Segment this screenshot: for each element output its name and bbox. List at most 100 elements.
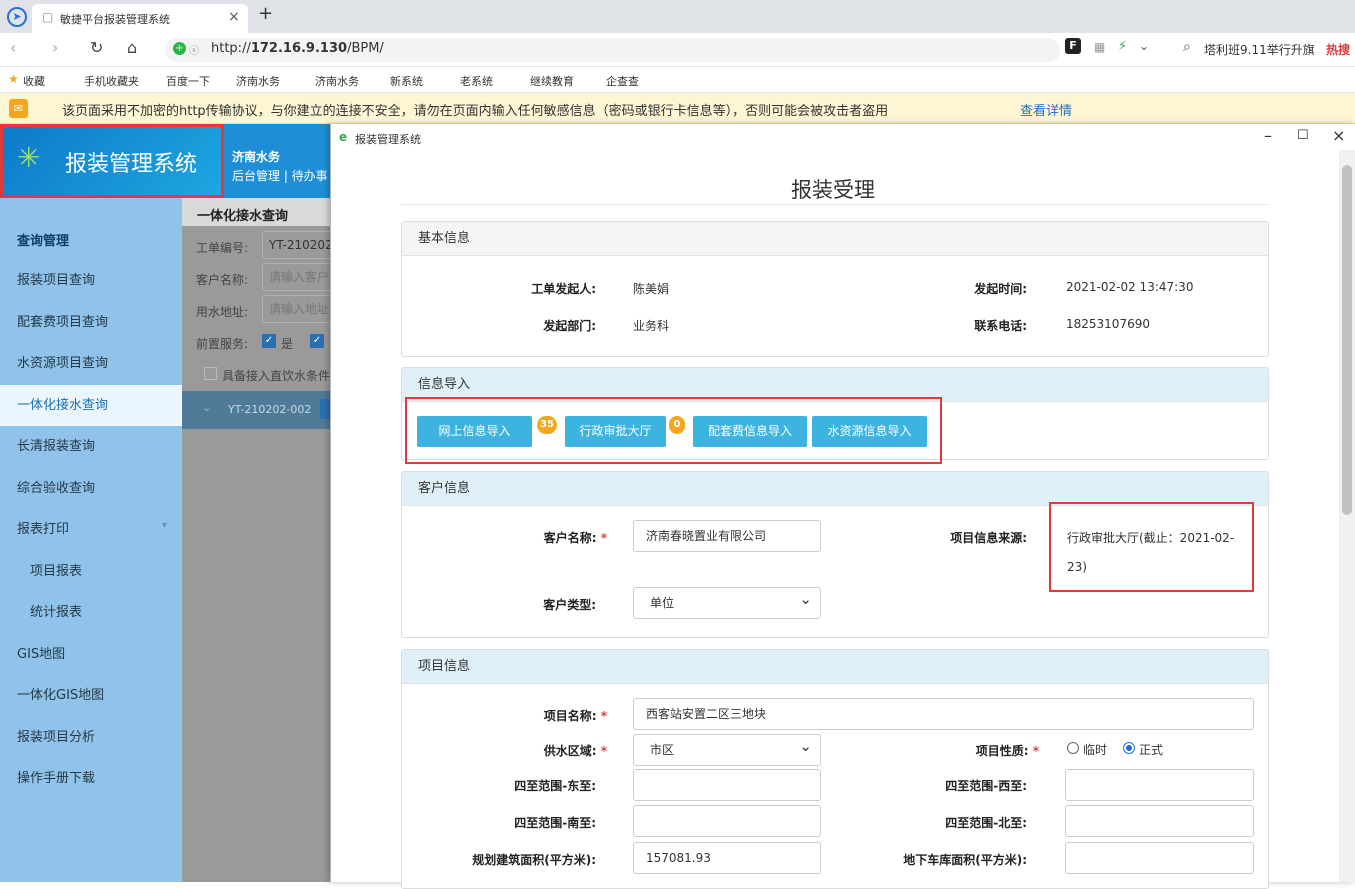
basic-info-title: 基本信息	[402, 222, 1268, 256]
customer-title: 客户信息	[402, 472, 1268, 506]
qr-icon[interactable]: ▦	[1094, 40, 1105, 54]
south-bound-input[interactable]	[633, 805, 821, 837]
bookmark-old-system[interactable]: 老系统	[460, 73, 493, 89]
time-value: 2021-02-02 13:47:30	[1066, 280, 1194, 294]
bookmark-qichacha[interactable]: 企查查	[606, 73, 639, 89]
highlight-import-buttons	[405, 397, 942, 464]
url-host: 172.16.9.130	[250, 41, 348, 56]
address-query-placeholder: 请输入地址	[269, 302, 330, 316]
order-label: 工单编号:	[196, 241, 249, 255]
search-icon[interactable]: ⌕	[1183, 39, 1191, 55]
search-box[interactable]: 塔利班9.11举行升旗	[1204, 41, 1315, 58]
supply-area-select[interactable]: 市区	[633, 731, 821, 766]
customer-type-value: 单位	[650, 596, 675, 610]
sidebar-section-query[interactable]: 查询管理	[0, 221, 182, 262]
bookmark-favorites[interactable]: 收藏	[23, 73, 45, 89]
close-icon[interactable]: ×	[1332, 126, 1345, 145]
sidebar-item-project-query[interactable]: 报装项目查询	[0, 260, 182, 301]
scrollbar-thumb[interactable]	[1342, 165, 1352, 515]
app-logo: ✳ 报装管理系统	[0, 124, 224, 198]
sidebar-item-water-resource-query[interactable]: 水资源项目查询	[0, 343, 182, 384]
forward-icon[interactable]: ›	[52, 38, 58, 57]
sidebar-item-stats-report[interactable]: 统计报表	[0, 592, 182, 633]
address-query-label: 用水地址:	[196, 305, 249, 319]
highlight-project-source	[1049, 502, 1254, 592]
customer-name-input[interactable]: 济南春晓置业有限公司	[633, 520, 821, 552]
query-page: 一体化接水查询 工单编号: YT-210202 客户名称: 请输入客户 用水地址…	[182, 198, 342, 882]
sidebar-item-project-report[interactable]: 项目报表	[0, 551, 182, 592]
supply-area-value: 市区	[650, 743, 675, 757]
garage-area-input[interactable]	[1065, 842, 1254, 874]
lightning-icon[interactable]: ⚡	[1118, 39, 1127, 54]
project-nature-label-text: 项目性质:	[975, 744, 1029, 758]
sidebar-item-acceptance-query[interactable]: 综合验收查询	[0, 468, 182, 509]
header-org: 济南水务	[232, 150, 281, 164]
direct-water-checkbox[interactable]	[204, 367, 217, 380]
browser-nav-icon[interactable]: ➤	[7, 7, 27, 27]
nature-formal-radio[interactable]	[1123, 742, 1135, 754]
bookmark-jinan-water-2[interactable]: 济南水务	[315, 73, 359, 89]
dropdown-chevron-icon[interactable]: ⌄	[1139, 39, 1149, 53]
required-marker: *	[1032, 744, 1039, 758]
bookmark-baidu[interactable]: 百度一下	[166, 73, 210, 89]
url-prefix: http://	[211, 41, 251, 56]
row-order-number: YT-210202-002	[228, 403, 312, 416]
sidebar-item-integrated-gis[interactable]: 一体化GIS地图	[0, 675, 182, 716]
maximize-icon[interactable]: ☐	[1297, 128, 1309, 143]
extension-icon[interactable]: F	[1065, 38, 1081, 54]
back-icon[interactable]: ‹	[10, 38, 16, 57]
bookmark-new-system[interactable]: 新系统	[390, 73, 423, 89]
nature-temp-label: 临时	[1083, 743, 1108, 757]
build-area-input[interactable]: 157081.93	[633, 842, 821, 874]
sidebar-item-analysis[interactable]: 报装项目分析	[0, 717, 182, 758]
modal-title-bar: e 报装管理系统 – ☐ ×	[331, 124, 1355, 152]
customer-query-label: 客户名称:	[196, 273, 249, 287]
bookmark-jinan-water-1[interactable]: 济南水务	[236, 73, 280, 89]
south-bound-label: 四至范围-南至:	[514, 816, 596, 830]
sidebar-item-changqing-query[interactable]: 长清报装查询	[0, 426, 182, 467]
row-chevron-icon: ⌄	[202, 401, 212, 414]
sidebar-item-gis-map[interactable]: GIS地图	[0, 634, 182, 675]
dept-value: 业务科	[633, 319, 670, 333]
east-bound-input[interactable]	[633, 769, 821, 801]
project-title: 项目信息	[402, 650, 1268, 684]
minimize-icon[interactable]: –	[1264, 126, 1272, 145]
customer-type-select[interactable]: 单位	[633, 584, 821, 619]
logo-plant-icon: ✳	[17, 141, 41, 174]
pre-service-yes-checkbox[interactable]: ✓	[262, 334, 276, 348]
browser-tab[interactable]: ▢ 敏捷平台报装管理系统 ×	[32, 4, 248, 33]
hot-search-label[interactable]: 热搜	[1326, 41, 1350, 58]
nature-temp-radio[interactable]	[1067, 742, 1079, 754]
home-icon[interactable]: ⌂	[127, 38, 137, 57]
heading-divider	[401, 204, 1269, 205]
bookmark-mobile[interactable]: 手机收藏夹	[84, 73, 139, 89]
customer-name-label-text: 客户名称:	[543, 531, 597, 545]
west-bound-input[interactable]	[1065, 769, 1254, 801]
modal-window: e 报装管理系统 – ☐ × 报装受理 基本信息 工单发起人: 陈美娟 发起时间…	[330, 124, 1355, 889]
warning-details-link[interactable]: 查看详情	[1020, 100, 1072, 119]
project-name-input[interactable]: 西客站安置二区三地块	[633, 698, 1254, 730]
direct-water-label: 具备接入直饮水条件	[222, 369, 331, 383]
dept-label: 发起部门:	[543, 319, 596, 333]
page-icon: ▢	[42, 10, 54, 24]
bookmark-education[interactable]: 继续教育	[530, 73, 574, 89]
new-tab-icon[interactable]: +	[258, 3, 273, 24]
reload-icon[interactable]: ↻	[90, 38, 103, 57]
ie-icon: e	[339, 130, 348, 144]
project-source-label: 项目信息来源:	[950, 531, 1027, 545]
sidebar-item-integrated-query[interactable]: 一体化接水查询	[0, 385, 182, 426]
sidebar-item-fee-query[interactable]: 配套费项目查询	[0, 302, 182, 343]
pre-service-yes-label: 是	[281, 337, 294, 351]
address-bar[interactable]: + ⓧ http://172.16.9.130/BPM/	[165, 38, 1060, 62]
warning-icon: ✉	[9, 99, 28, 118]
sidebar-item-report-print[interactable]: 报表打印	[0, 509, 182, 550]
tab-close-icon[interactable]: ×	[228, 9, 240, 25]
project-nature-label: 项目性质: *	[911, 742, 1039, 759]
north-bound-input[interactable]	[1065, 805, 1254, 837]
pre-service-other-checkbox[interactable]: ✓	[310, 334, 324, 348]
header-nav[interactable]: 后台管理 | 待办事	[232, 167, 328, 184]
required-marker: *	[600, 744, 607, 758]
sidebar-item-manual-download[interactable]: 操作手册下载	[0, 758, 182, 799]
supply-area-label-text: 供水区域:	[543, 744, 597, 758]
bookmarks-bar: ★ 收藏 手机收藏夹 百度一下 济南水务 济南水务 新系统 老系统 继续教育 企…	[0, 67, 1355, 93]
